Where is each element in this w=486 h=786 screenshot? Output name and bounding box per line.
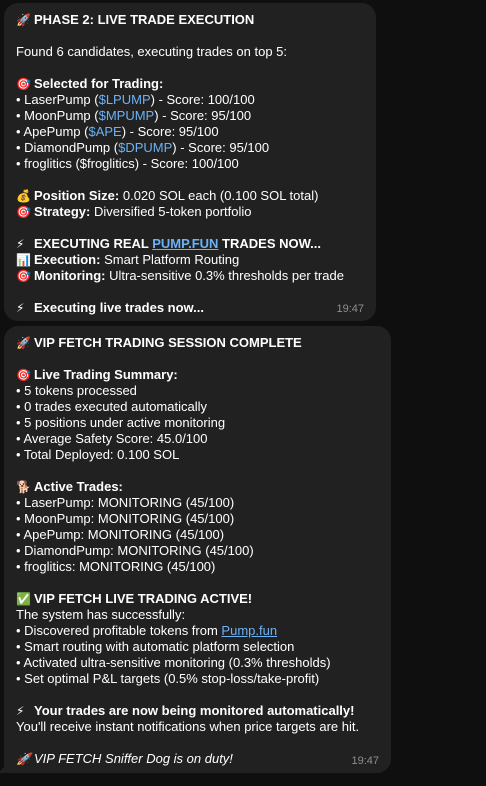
lightning-icon: ⚡ [16,301,25,315]
message-bubble-session-complete: 🚀 VIP FETCH TRADING SESSION COMPLETE 🎯 Liv… [0,326,391,773]
check-mark-icon: ✅ [16,592,31,606]
summary-item: • Total Deployed: 0.100 SOL [16,447,180,462]
list-item: • Activated ultra-sensitive monitoring (… [16,655,331,670]
summary-item: • 0 trades executed automatically [16,399,207,414]
message-bubble-phase2: 🚀 PHASE 2: LIVE TRADE EXECUTION Found 6 c… [4,3,376,321]
message-header: 🚀 VIP FETCH TRADING SESSION COMPLETE [16,335,302,350]
chart-icon: 📊 [16,253,31,267]
rocket-icon: 🚀 [16,336,31,350]
list-item: • Set optimal P&L targets (0.5% stop-los… [16,671,320,686]
lightning-icon: ⚡ [16,237,25,251]
message-timestamp: 19:47 [336,303,364,315]
rocket-icon: 🚀 [16,752,31,766]
monitoring-line: 🎯 Monitoring: Ultra-sensitive 0.3% thresh… [16,268,344,283]
token-link[interactable]: $APE [88,124,121,139]
live-trading-heading: ✅ VIP FETCH LIVE TRADING ACTIVE! [16,591,253,606]
pumpfun-link[interactable]: Pump.fun [221,623,277,638]
executing-heading: ⚡ EXECUTING REAL PUMP.FUN TRADES NOW... [16,236,321,251]
rocket-icon: 🚀 [16,13,31,27]
active-trades-heading: 🐕 Active Trades: [16,479,123,494]
summary-item: • Average Safety Score: 45.0/100 [16,431,208,446]
active-trade-item: • froglitics: MONITORING (45/100) [16,559,216,574]
pumpfun-link[interactable]: PUMP.FUN [152,236,218,251]
notify-text: You'll receive instant notifications whe… [16,719,360,734]
list-item: • Discovered profitable tokens from Pump… [16,623,278,638]
summary-heading: 🎯 Live Trading Summary: [16,367,178,382]
intro-text: Found 6 candidates, executing trades on … [16,44,288,59]
strategy: 🎯 Strategy: Diversified 5-token portfolio [16,204,252,219]
execution-line: 📊 Execution: Smart Platform Routing [16,252,240,267]
active-trade-item: • LaserPump: MONITORING (45/100) [16,495,235,510]
message-header: 🚀 PHASE 2: LIVE TRADE EXECUTION [16,12,255,27]
active-trade-item: • MoonPump: MONITORING (45/100) [16,511,235,526]
candidate-item: • froglitics ($froglitics) - Score: 100/… [16,156,239,171]
sniffer-text: 🚀 VIP FETCH Sniffer Dog is on duty! [16,751,233,766]
target-icon: 🎯 [16,77,31,91]
bubble-tail [0,765,6,773]
candidate-item: • MoonPump ($MPUMP) - Score: 95/100 [16,108,252,123]
dog-icon: 🐕 [16,480,31,494]
selected-heading: 🎯 Selected for Trading: [16,76,164,91]
message-timestamp: 19:47 [351,755,379,767]
summary-item: • 5 positions under active monitoring [16,415,226,430]
target-icon: 🎯 [16,205,31,219]
executing-live: ⚡ Executing live trades now... [16,300,205,315]
target-icon: 🎯 [16,368,31,382]
money-bag-icon: 💰 [16,189,31,203]
monitored-heading: ⚡ Your trades are now being monitored aut… [16,703,355,718]
active-trade-item: • DiamondPump: MONITORING (45/100) [16,543,254,558]
candidate-item: • ApePump ($APE) - Score: 95/100 [16,124,219,139]
active-trade-item: • ApePump: MONITORING (45/100) [16,527,225,542]
token-link[interactable]: $LPUMP [99,92,151,107]
lightning-icon: ⚡ [16,704,25,718]
token-link[interactable]: $DPUMP [118,140,172,155]
position-size: 💰 Position Size: 0.020 SOL each (0.100 SO… [16,188,319,203]
summary-item: • 5 tokens processed [16,383,137,398]
candidate-item: • DiamondPump ($DPUMP) - Score: 95/100 [16,140,270,155]
system-text: The system has successfully: [16,607,186,622]
candidate-item: • LaserPump ($LPUMP) - Score: 100/100 [16,92,255,107]
target-icon: 🎯 [16,269,31,283]
list-item: • Smart routing with automatic platform … [16,639,295,654]
token-link[interactable]: $MPUMP [99,108,155,123]
